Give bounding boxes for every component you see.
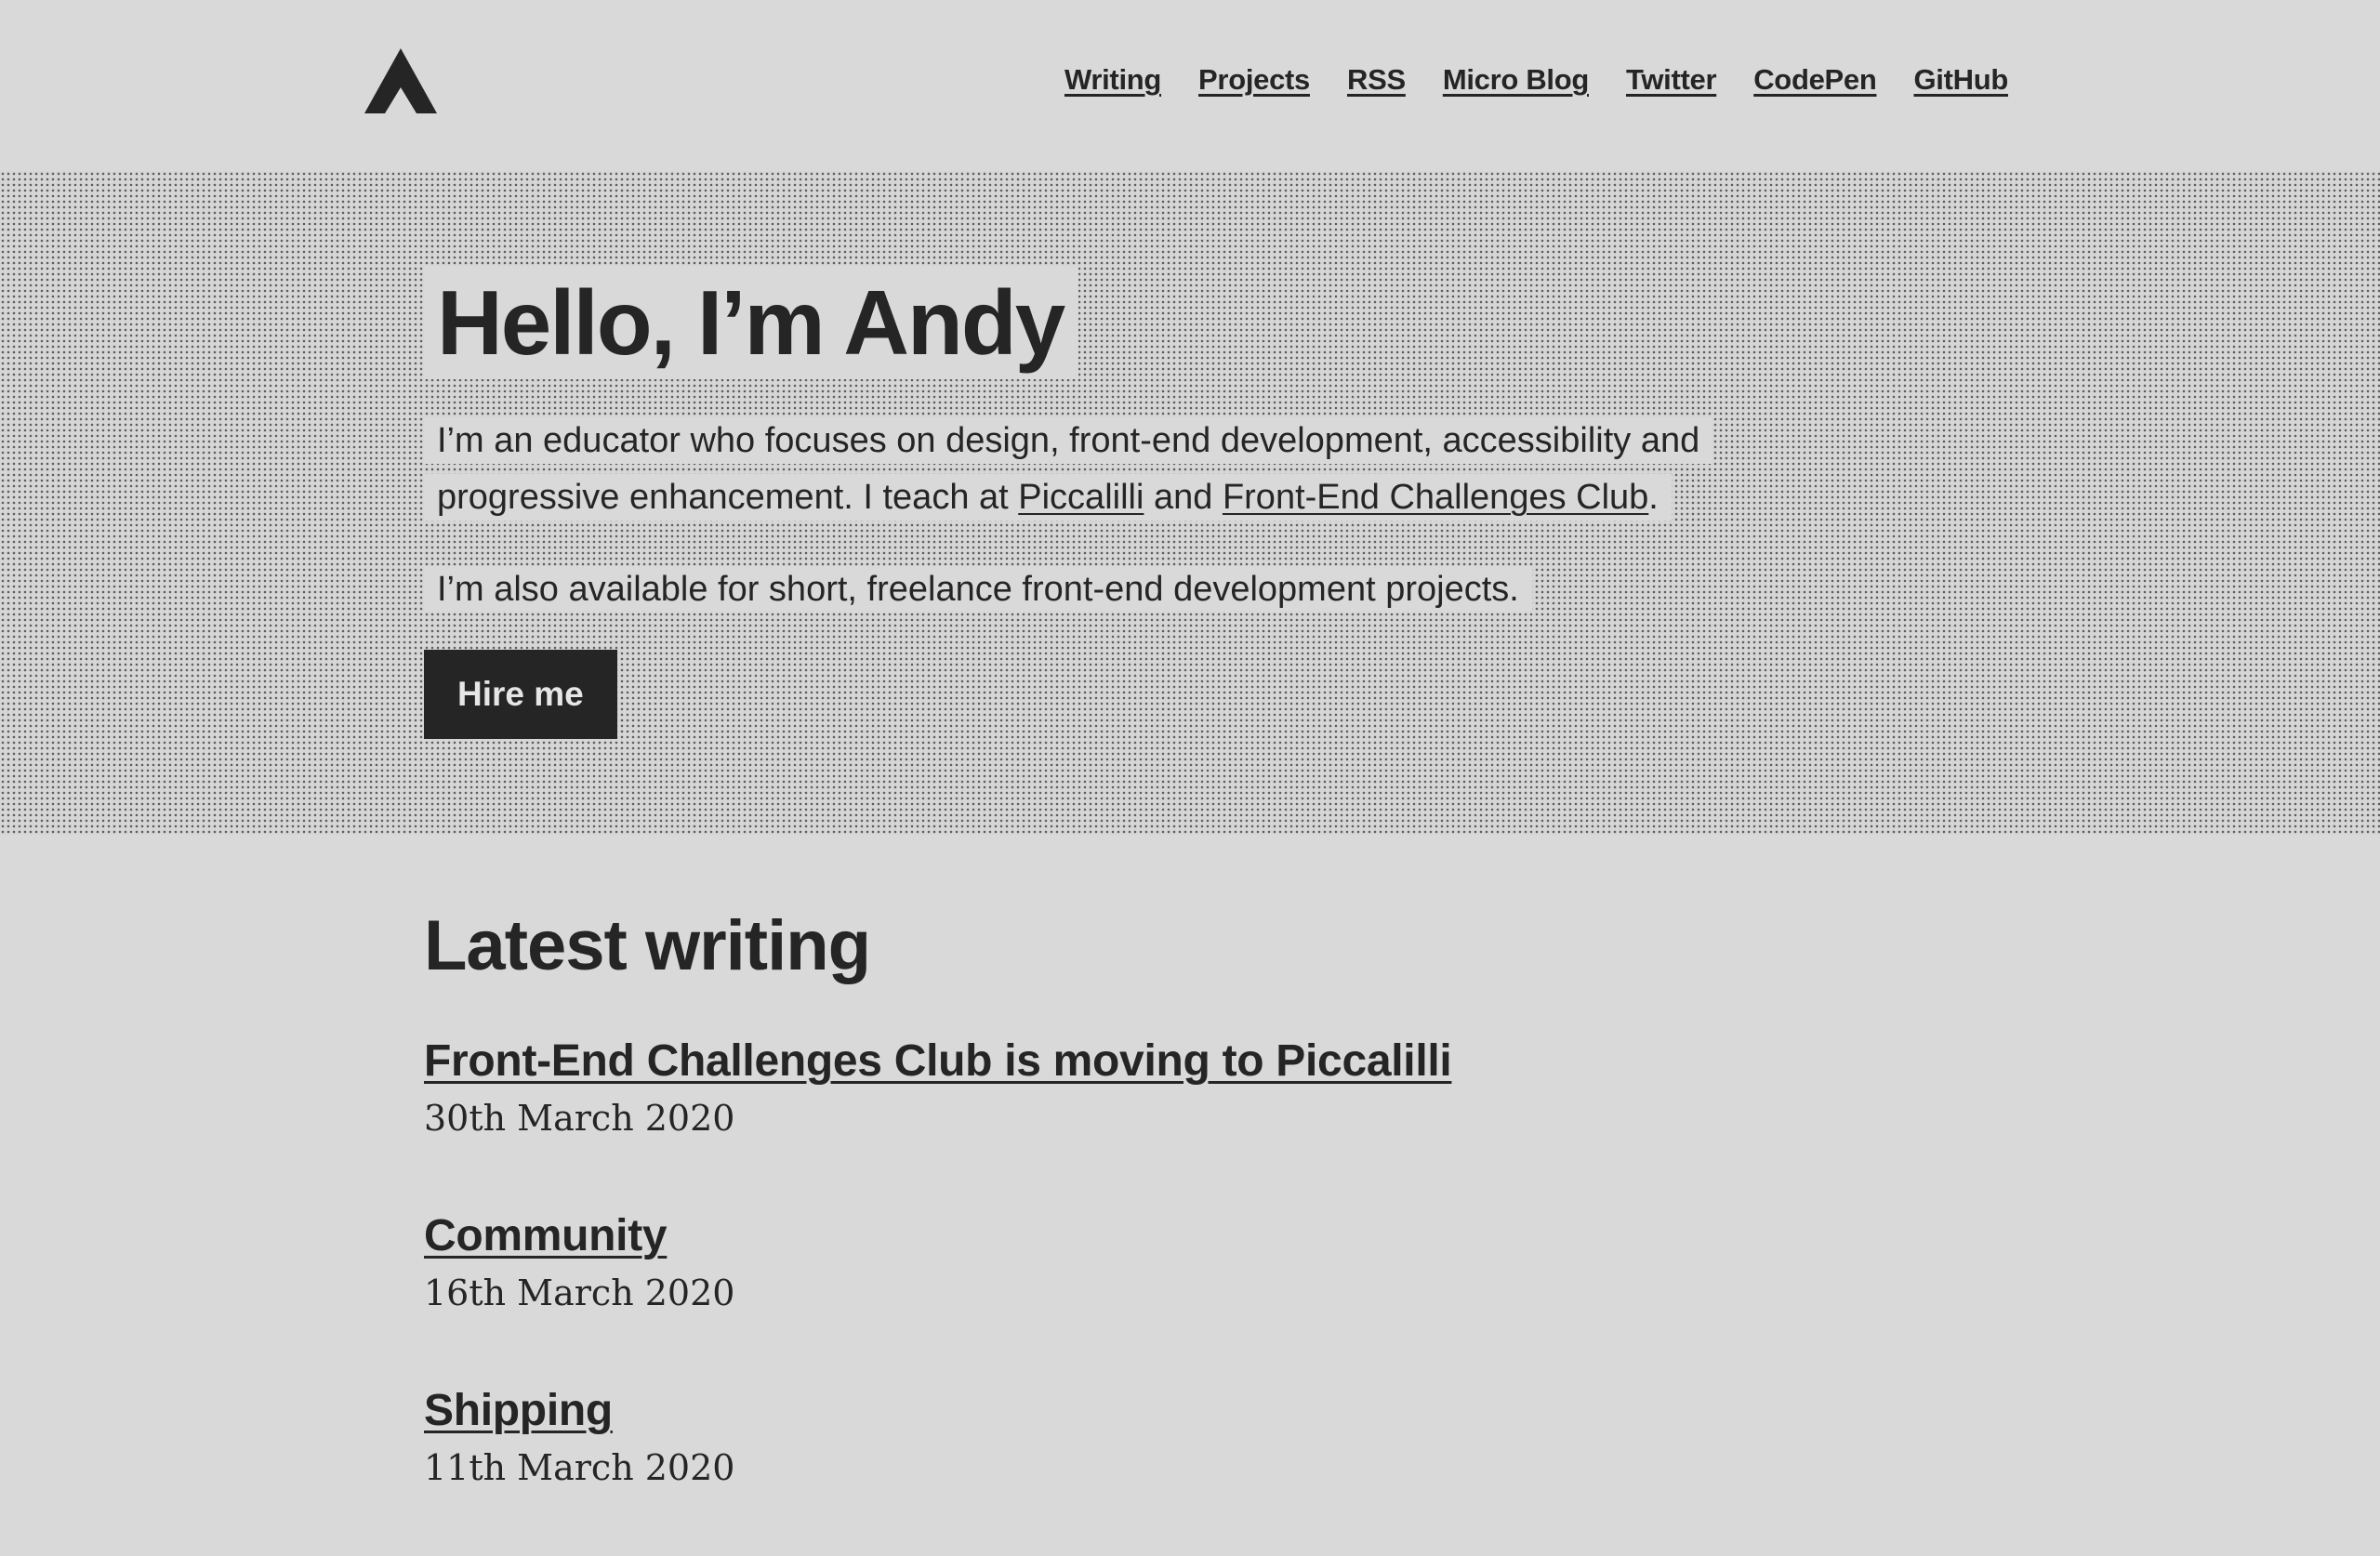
nav-link-micro-blog[interactable]: Micro Blog <box>1443 63 1589 96</box>
nav-item-twitter: Twitter <box>1626 63 1717 97</box>
post-list: Front-End Challenges Club is moving to P… <box>424 1032 2004 1556</box>
nav-item-projects: Projects <box>1198 63 1310 97</box>
hero-title: Hello, I’m Andy <box>424 266 1079 379</box>
hero-intro-after: . <box>1648 478 1659 517</box>
nav-link-codepen[interactable]: CodePen <box>1753 63 1877 96</box>
post-date: 30th March 2020 <box>424 1098 735 1139</box>
latest-writing-section: Latest writing Front-End Challenges Club… <box>424 902 2004 1556</box>
post-title-link[interactable]: Shipping <box>424 1381 613 1441</box>
nav-item-writing: Writing <box>1064 63 1161 97</box>
piccalilli-link[interactable]: Piccalilli <box>1018 478 1144 517</box>
site-header: Writing Projects RSS Micro Blog Twitter … <box>0 0 2380 171</box>
hero-section: Hello, I’m Andy I’m an educator who focu… <box>0 171 2380 835</box>
front-end-challenges-club-link[interactable]: Front-End Challenges Club <box>1223 478 1648 517</box>
hero-intro-text: I’m an educator who focuses on design, f… <box>424 417 1713 521</box>
post-title-link[interactable]: Front-End Challenges Club is moving to P… <box>424 1032 1452 1091</box>
post-item: Front-End Challenges Club is moving to P… <box>424 1032 2004 1207</box>
nav-link-github[interactable]: GitHub <box>1913 63 2008 96</box>
nav-link-rss[interactable]: RSS <box>1347 63 1406 96</box>
triangle-logo-icon <box>364 48 437 113</box>
latest-writing-heading: Latest writing <box>424 906 871 985</box>
hero-intro-middle: and <box>1144 478 1223 517</box>
nav-link-projects[interactable]: Projects <box>1198 63 1310 96</box>
hero-content: Hello, I’m Andy I’m an educator who focu… <box>424 266 1911 739</box>
nav-item-github: GitHub <box>1913 63 2008 97</box>
nav-item-micro-blog: Micro Blog <box>1443 63 1589 97</box>
hero-freelance-note: I’m also available for short, freelance … <box>424 561 1911 618</box>
nav-link-twitter[interactable]: Twitter <box>1626 63 1717 96</box>
nav-link-writing[interactable]: Writing <box>1064 63 1161 96</box>
nav-item-codepen: CodePen <box>1753 63 1877 97</box>
post-item: Shipping 11th March 2020 <box>424 1381 2004 1556</box>
post-date: 16th March 2020 <box>424 1272 735 1313</box>
hero-intro: I’m an educator who focuses on design, f… <box>424 413 1818 526</box>
site-logo-link[interactable] <box>364 48 437 113</box>
post-date: 11th March 2020 <box>424 1447 735 1488</box>
hero-freelance-text: I’m also available for short, freelance … <box>424 566 1532 613</box>
post-item: Community 16th March 2020 <box>424 1207 2004 1381</box>
hire-me-button[interactable]: Hire me <box>424 650 617 739</box>
main-nav: Writing Projects RSS Micro Blog Twitter … <box>1064 63 2008 97</box>
post-title-link[interactable]: Community <box>424 1207 668 1266</box>
nav-item-rss: RSS <box>1347 63 1406 97</box>
